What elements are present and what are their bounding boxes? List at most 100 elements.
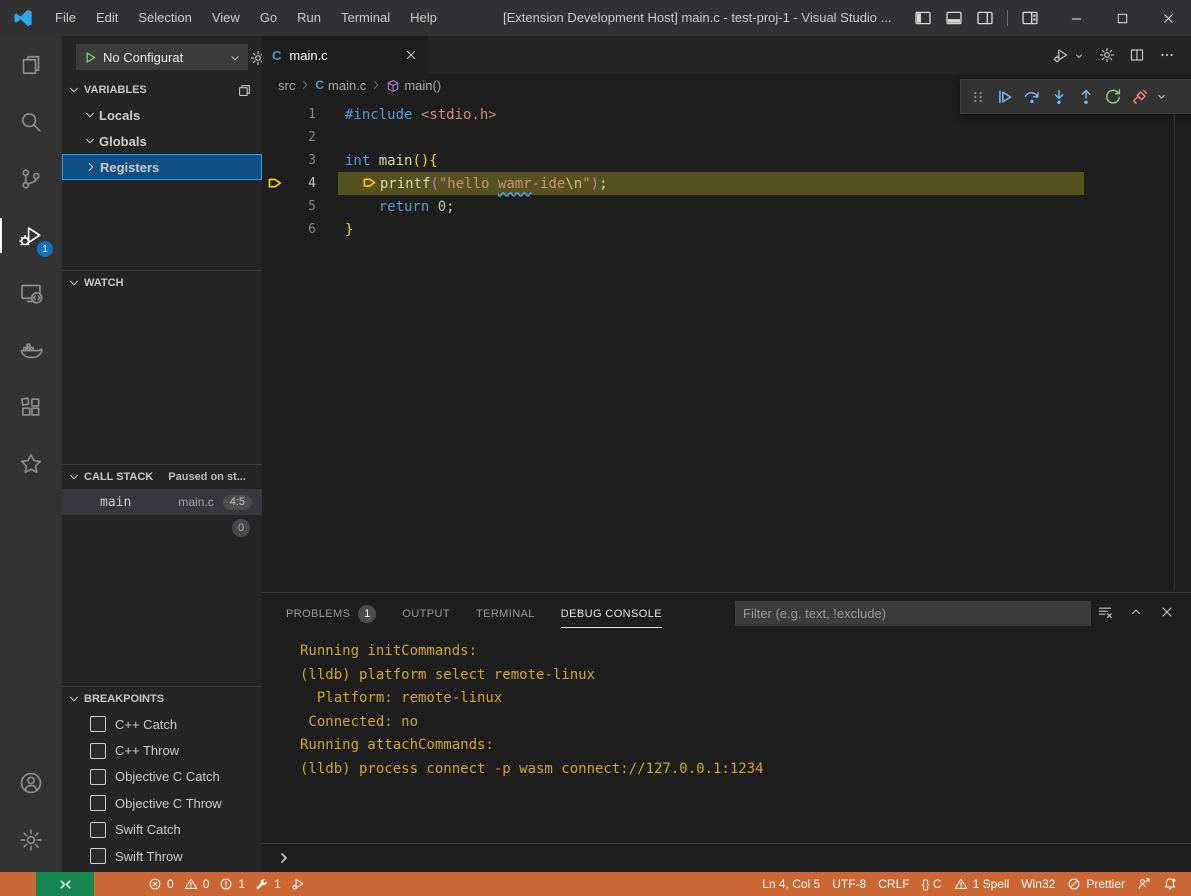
variables-item-locals[interactable]: Locals bbox=[62, 102, 262, 128]
activity-manage[interactable] bbox=[0, 811, 62, 868]
status-prettier[interactable]: Prettier bbox=[1061, 872, 1131, 896]
close-button[interactable] bbox=[1145, 0, 1191, 36]
close-tab-icon[interactable] bbox=[404, 48, 418, 62]
breadcrumb-item[interactable]: Cmain.c bbox=[315, 78, 366, 93]
status-platform[interactable]: Win32 bbox=[1015, 872, 1061, 896]
editor-action-split-editor[interactable] bbox=[1129, 47, 1145, 64]
toolbar-debug-step-out[interactable] bbox=[1072, 83, 1099, 110]
status-toolchain[interactable]: 1 bbox=[253, 872, 283, 896]
debug-step-into-icon bbox=[1050, 88, 1068, 106]
layout-sidebar-left-button[interactable] bbox=[914, 9, 932, 27]
variables-item-globals[interactable]: Globals bbox=[62, 128, 262, 154]
activity-docker[interactable] bbox=[0, 321, 62, 378]
call-stack-status: Paused on st... bbox=[168, 471, 246, 483]
menu-go[interactable]: Go bbox=[250, 0, 287, 36]
toolbar-debug-continue[interactable] bbox=[991, 83, 1018, 110]
menu-run[interactable]: Run bbox=[287, 0, 331, 36]
toolbar-debug-disconnect[interactable] bbox=[1126, 83, 1153, 110]
menu-edit[interactable]: Edit bbox=[86, 0, 128, 36]
status-spell-checker[interactable]: 1 Spell bbox=[948, 872, 1016, 896]
minimize-icon bbox=[1069, 11, 1084, 26]
copy-icon[interactable] bbox=[237, 83, 252, 98]
breakpoint-row[interactable]: Objective C Throw bbox=[62, 790, 262, 816]
panel-tab-output[interactable]: OUTPUT bbox=[402, 593, 450, 635]
console-line: Running attachCommands: bbox=[300, 734, 1179, 758]
menu-file[interactable]: File bbox=[45, 0, 86, 36]
status-encoding[interactable]: UTF-8 bbox=[826, 872, 872, 896]
activity-accounts[interactable] bbox=[0, 754, 62, 811]
menu-selection[interactable]: Selection bbox=[128, 0, 201, 36]
start-debugging-icon[interactable] bbox=[82, 49, 97, 65]
panel-action-clear-console[interactable] bbox=[1097, 603, 1113, 620]
checkbox[interactable] bbox=[90, 716, 106, 732]
status-feedback[interactable] bbox=[1131, 872, 1157, 896]
open-launch-config-gear-icon[interactable] bbox=[250, 49, 262, 66]
console-filter-input[interactable] bbox=[735, 601, 1091, 626]
activity-remote-explorer[interactable] bbox=[0, 264, 62, 321]
status-language-mode[interactable]: {} C bbox=[916, 872, 948, 896]
activity-extensions[interactable] bbox=[0, 378, 62, 435]
breadcrumb-item[interactable]: main() bbox=[386, 77, 441, 93]
thread-row[interactable]: 0 bbox=[62, 515, 262, 541]
activity-run-and-debug[interactable]: 1 bbox=[0, 207, 62, 264]
toolbar-chevron-down-small[interactable] bbox=[1153, 83, 1169, 110]
panel-tab-debug-console[interactable]: DEBUG CONSOLE bbox=[561, 593, 662, 635]
toolbar-debug-restart[interactable] bbox=[1099, 83, 1126, 110]
breakpoint-row[interactable]: C++ Catch bbox=[62, 711, 262, 737]
variables-header[interactable]: VARIABLES bbox=[62, 78, 262, 102]
tab-main-c[interactable]: C main.c bbox=[262, 36, 428, 74]
status-infos[interactable]: 1 bbox=[217, 872, 247, 896]
checkbox[interactable] bbox=[90, 795, 106, 811]
panel-tab-problems[interactable]: PROBLEMS1 bbox=[286, 593, 376, 635]
activity-favorites[interactable] bbox=[0, 435, 62, 492]
checkbox[interactable] bbox=[90, 743, 106, 759]
layout-panel-button[interactable] bbox=[945, 9, 963, 27]
breakpoint-row[interactable]: Swift Catch bbox=[62, 817, 262, 843]
remote-indicator[interactable] bbox=[36, 872, 94, 896]
glyph-margin[interactable] bbox=[262, 175, 290, 193]
launch-configuration-dropdown[interactable]: No Configurat bbox=[76, 44, 248, 70]
debug-console-input[interactable] bbox=[262, 843, 1191, 872]
code-editor[interactable]: 1#include <stdio.h>23int main(){4 printf… bbox=[262, 96, 1191, 241]
checkbox[interactable] bbox=[90, 822, 106, 838]
menu-help[interactable]: Help bbox=[400, 0, 447, 36]
variables-item-registers[interactable]: Registers bbox=[62, 154, 262, 180]
editor-action-chevron-down-small[interactable] bbox=[1073, 48, 1085, 63]
status-errors[interactable]: 0 bbox=[146, 872, 176, 896]
stack-frame-row[interactable]: main main.c 4:5 bbox=[62, 489, 262, 515]
minimize-button[interactable] bbox=[1053, 0, 1099, 36]
maximize-button[interactable] bbox=[1099, 0, 1145, 36]
breakpoint-row[interactable]: Swift Throw bbox=[62, 843, 262, 869]
panel-action-close[interactable] bbox=[1159, 603, 1175, 620]
status-notifications[interactable] bbox=[1157, 872, 1183, 896]
code-line-content: } bbox=[316, 222, 353, 238]
layout-sidebar-right-button[interactable] bbox=[976, 9, 994, 27]
activity-explorer[interactable] bbox=[0, 36, 62, 93]
editor-action-ellipsis[interactable] bbox=[1159, 47, 1175, 64]
status-quick-debug[interactable] bbox=[289, 872, 307, 896]
breakpoints-header[interactable]: BREAKPOINTS bbox=[62, 687, 262, 711]
editor-action-run-or-debug[interactable] bbox=[1053, 47, 1069, 64]
checkbox[interactable] bbox=[90, 848, 106, 864]
breadcrumb-item[interactable]: src bbox=[278, 78, 295, 93]
call-stack-header[interactable]: CALL STACK Paused on st... bbox=[62, 465, 262, 489]
checkbox[interactable] bbox=[90, 769, 106, 785]
status-warnings[interactable]: 0 bbox=[182, 872, 212, 896]
menu-view[interactable]: View bbox=[202, 0, 250, 36]
toolbar-debug-step-over[interactable] bbox=[1018, 83, 1045, 110]
layout-customize-button[interactable] bbox=[1021, 9, 1039, 27]
toolbar-debug-step-into[interactable] bbox=[1045, 83, 1072, 110]
breakpoint-row[interactable]: C++ Throw bbox=[62, 737, 262, 763]
status-eol[interactable]: CRLF bbox=[872, 872, 915, 896]
editor-action-gear[interactable] bbox=[1099, 47, 1115, 64]
panel-actions bbox=[1097, 603, 1175, 620]
run-or-debug-icon bbox=[1053, 47, 1069, 63]
activity-source-control[interactable] bbox=[0, 150, 62, 207]
breakpoint-row[interactable]: Objective C Catch bbox=[62, 764, 262, 790]
watch-header[interactable]: WATCH bbox=[62, 271, 262, 295]
menu-terminal[interactable]: Terminal bbox=[331, 0, 400, 36]
panel-tab-terminal[interactable]: TERMINAL bbox=[476, 593, 535, 635]
panel-action-chevron-up[interactable] bbox=[1128, 603, 1144, 620]
status-cursor-position[interactable]: Ln 4, Col 5 bbox=[756, 872, 826, 896]
activity-search[interactable] bbox=[0, 93, 62, 150]
